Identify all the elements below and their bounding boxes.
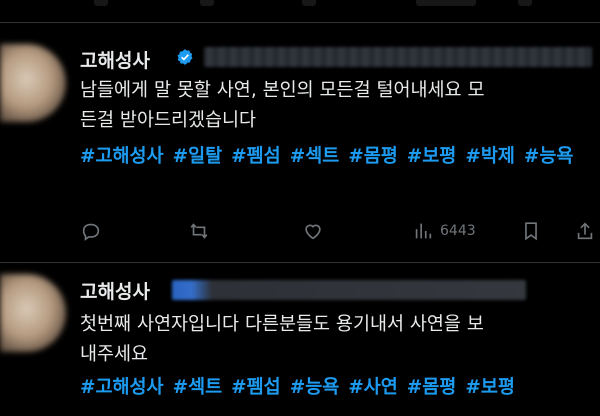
post-2[interactable]: 고해성사 첫번째 사연자입니다 다른분들도 용기내서 사연을 보 내주세요 #고… xyxy=(0,262,600,416)
redacted-handle xyxy=(204,47,592,67)
like-icon xyxy=(305,224,321,240)
hashtag-link[interactable]: #섹트 xyxy=(173,377,223,398)
bookmark-button[interactable] xyxy=(520,220,542,242)
reply-button[interactable] xyxy=(80,220,102,242)
hashtag-link[interactable]: #고해성사 xyxy=(80,146,164,167)
reply-icon xyxy=(82,223,100,241)
post-text: 첫번째 사연자입니다 다른분들도 용기내서 사연을 보 내주세요 xyxy=(80,310,592,370)
hashtag-link[interactable]: #펨섬 xyxy=(231,146,281,167)
hashtag-link[interactable]: #사연 xyxy=(348,377,398,398)
hashtag-link[interactable]: #박제 xyxy=(465,146,515,167)
hashtag-link[interactable]: #몸평 xyxy=(407,377,457,398)
verified-badge-icon xyxy=(177,49,193,65)
avatar[interactable] xyxy=(0,44,66,122)
hashtag-link[interactable]: #일탈 xyxy=(173,146,223,167)
hashtag-link[interactable]: #보평 xyxy=(465,377,515,398)
hashtag-link[interactable]: #능욕 xyxy=(290,377,340,398)
hashtag-link[interactable]: #능욕 xyxy=(524,146,574,167)
repost-icon xyxy=(190,223,208,239)
bookmark-icon xyxy=(525,222,537,241)
previous-post-action-bar xyxy=(0,0,600,22)
post-1[interactable]: 고해성사 남들에게 말 못할 사연, 본인의 모든걸 털어내세요 모 든걸 받아… xyxy=(0,22,600,262)
hashtag-link[interactable]: #보평 xyxy=(407,146,457,167)
post-text-line: 내주세요 xyxy=(80,344,149,365)
hashtag-link[interactable]: #몸평 xyxy=(348,146,398,167)
avatar[interactable] xyxy=(0,274,66,352)
author-name[interactable]: 고해성사 xyxy=(80,277,150,304)
redacted-handle xyxy=(172,280,526,300)
post-text-line: 든걸 받아드리겠습니다 xyxy=(80,110,257,131)
hashtag-list: #고해성사 #일탈 #펨섬 #섹트 #몸평 #보평 #박제 #능욕 xyxy=(80,141,600,173)
like-button[interactable] xyxy=(302,220,324,242)
post-action-bar: 6443 xyxy=(80,220,600,244)
views-button[interactable]: 6443 xyxy=(412,220,476,242)
views-icon xyxy=(415,223,432,239)
views-count: 6443 xyxy=(440,223,476,239)
post-text: 남들에게 말 못할 사연, 본인의 모든걸 털어내세요 모 든걸 받아드리겠습니… xyxy=(80,76,592,136)
hashtag-link[interactable]: #펨섭 xyxy=(231,377,281,398)
post-text-line: 첫번째 사연자입니다 다른분들도 용기내서 사연을 보 xyxy=(80,314,484,335)
share-button[interactable] xyxy=(574,220,596,242)
hashtag-list: #고해성사 #섹트 #펨섭 #능욕 #사연 #몸평 #보평 xyxy=(80,372,600,404)
hashtag-link[interactable]: #고해성사 xyxy=(80,377,164,398)
repost-button[interactable] xyxy=(188,220,210,242)
post-text-line: 남들에게 말 못할 사연, 본인의 모든걸 털어내세요 모 xyxy=(80,80,485,101)
share-icon xyxy=(577,222,593,240)
hashtag-link[interactable]: #섹트 xyxy=(290,146,340,167)
author-name[interactable]: 고해성사 xyxy=(80,46,150,73)
